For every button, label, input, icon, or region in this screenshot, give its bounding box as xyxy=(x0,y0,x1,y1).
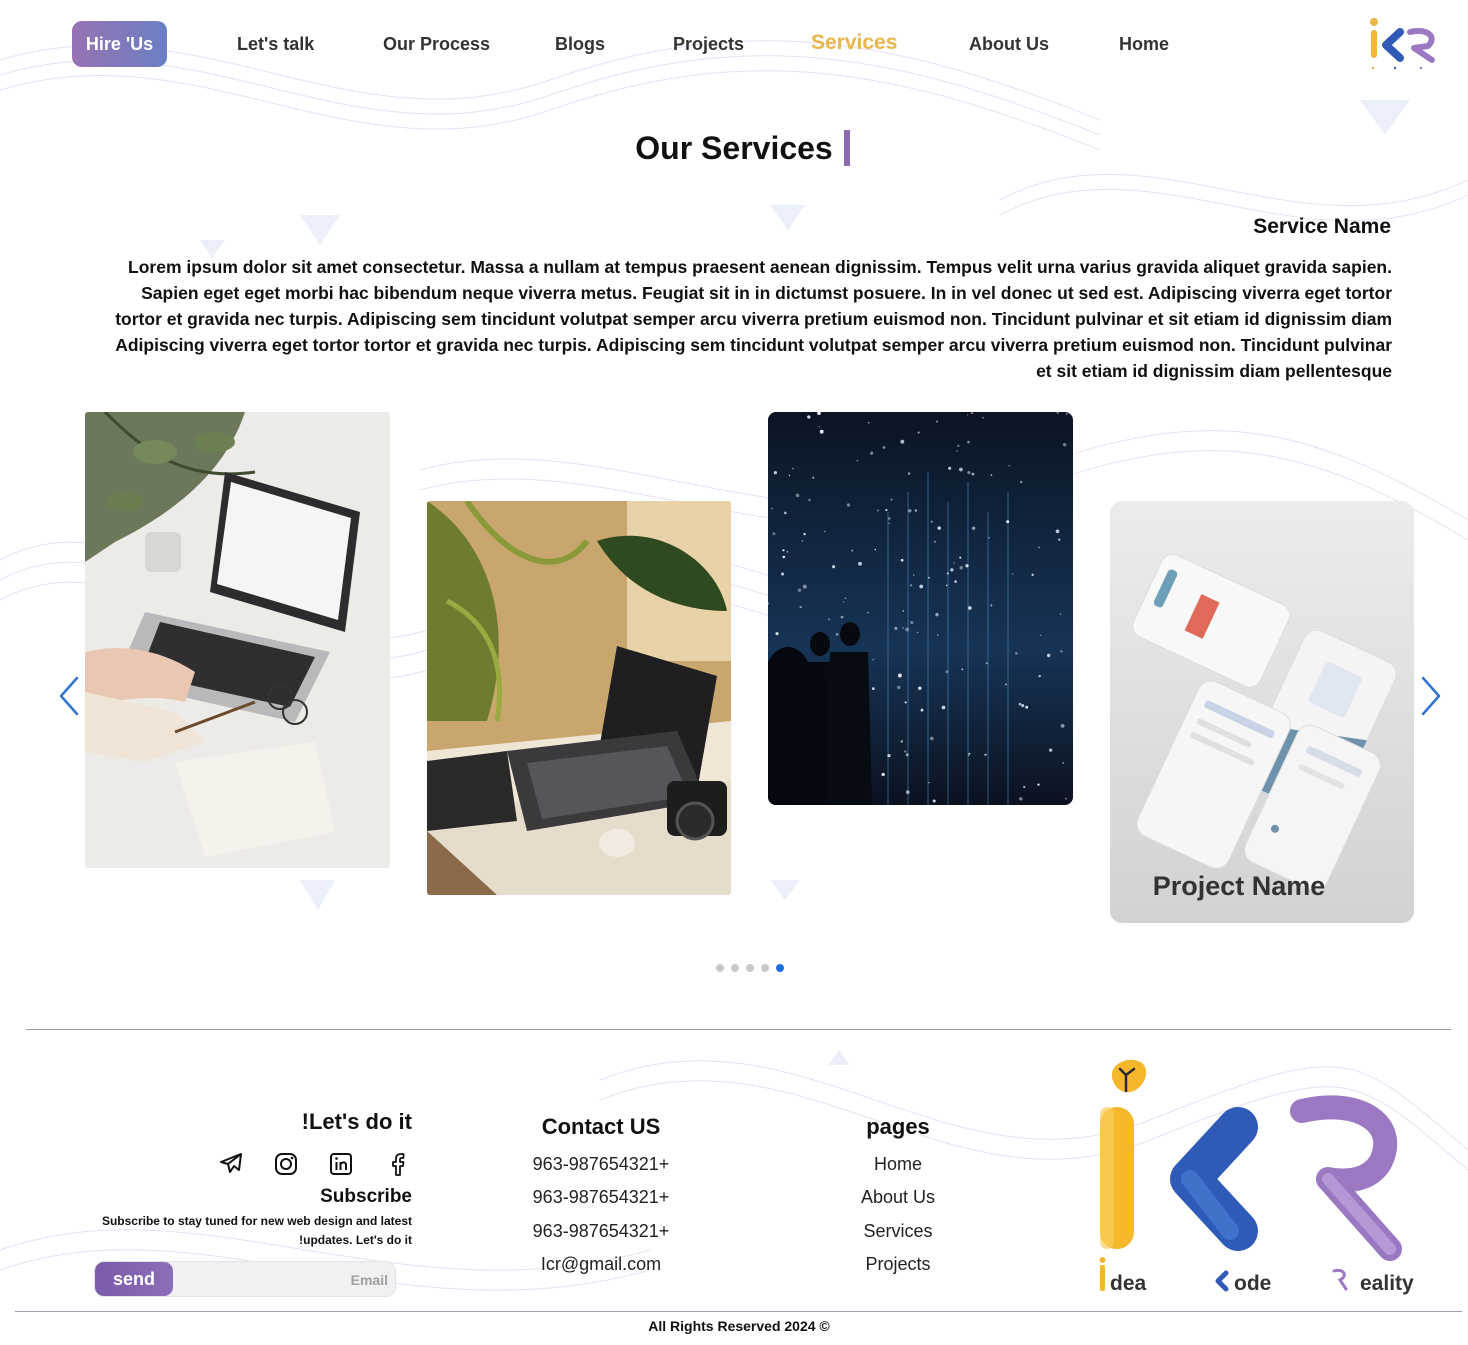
slider-dot-active[interactable] xyxy=(776,964,784,972)
send-button[interactable]: send xyxy=(95,1262,173,1296)
footer-divider xyxy=(26,1029,1451,1030)
slider-dot[interactable] xyxy=(761,964,769,972)
slide-starry-installation[interactable] xyxy=(768,412,1073,805)
slider-dots xyxy=(716,964,784,972)
project-name-caption: Project Name xyxy=(1152,871,1326,901)
social-heading: !Let's do it xyxy=(301,1109,412,1134)
slider-dot[interactable] xyxy=(716,964,724,972)
copyright-divider xyxy=(15,1311,1462,1312)
logo-word-reality: eality xyxy=(1360,1272,1414,1295)
facebook-icon[interactable] xyxy=(385,1151,411,1177)
telegram-icon[interactable] xyxy=(218,1151,244,1177)
contact-phone-1[interactable]: 963-987654321+ xyxy=(480,1154,722,1175)
contact-email[interactable]: Icr@gmail.com xyxy=(480,1254,722,1275)
footer-link-home[interactable]: Home xyxy=(820,1154,976,1175)
nav-our-process[interactable]: Our Process xyxy=(383,34,490,55)
pages-heading: pages xyxy=(866,1114,930,1139)
nav-services[interactable]: Services xyxy=(811,31,897,55)
chevron-right-icon[interactable] xyxy=(1415,674,1445,718)
instagram-icon[interactable] xyxy=(273,1151,299,1177)
slider-dot[interactable] xyxy=(746,964,754,972)
contact-phone-2[interactable]: 963-987654321+ xyxy=(480,1187,722,1208)
hire-us-button[interactable]: Hire 'Us xyxy=(72,21,167,67)
subscribe-text: Subscribe to stay tuned for new web desi… xyxy=(101,1214,412,1247)
email-input[interactable] xyxy=(180,1264,390,1296)
footer-logo xyxy=(1099,1059,1402,1292)
copyright-text: All Rights Reserved 2024 © xyxy=(648,1318,830,1334)
chevron-left-icon[interactable] xyxy=(55,674,85,718)
contact-phone-3[interactable]: 963-987654321+ xyxy=(480,1221,722,1242)
header-logo[interactable] xyxy=(1366,16,1440,72)
nav-lets-talk[interactable]: Let's talk xyxy=(237,34,314,55)
page-title: Our Services xyxy=(635,130,833,166)
contact-heading: Contact US xyxy=(541,1114,661,1139)
footer-link-services[interactable]: Services xyxy=(820,1221,976,1242)
title-accent-bar xyxy=(844,130,850,166)
nav-projects[interactable]: Projects xyxy=(673,34,744,55)
footer-link-projects[interactable]: Projects xyxy=(820,1254,976,1275)
slide-laptop-desk[interactable] xyxy=(85,412,390,868)
nav-blogs[interactable]: Blogs xyxy=(555,34,605,55)
slide-laptop-plants[interactable] xyxy=(427,501,731,895)
nav-home[interactable]: Home xyxy=(1119,34,1169,55)
logo-word-idea: dea xyxy=(1110,1272,1147,1295)
subscribe-title: Subscribe xyxy=(320,1186,412,1207)
footer-link-about-us[interactable]: About Us xyxy=(820,1187,976,1208)
logo-word-code: ode xyxy=(1234,1272,1272,1295)
slider-dot[interactable] xyxy=(731,964,739,972)
slide-project-mockup[interactable]: Project Name xyxy=(1110,501,1414,923)
linkedin-icon[interactable] xyxy=(328,1151,354,1177)
nav-about-us[interactable]: About Us xyxy=(969,34,1049,55)
service-description: Lorem ipsum dolor sit amet consectetur. … xyxy=(115,257,1392,381)
service-name: Service Name xyxy=(1253,215,1391,238)
